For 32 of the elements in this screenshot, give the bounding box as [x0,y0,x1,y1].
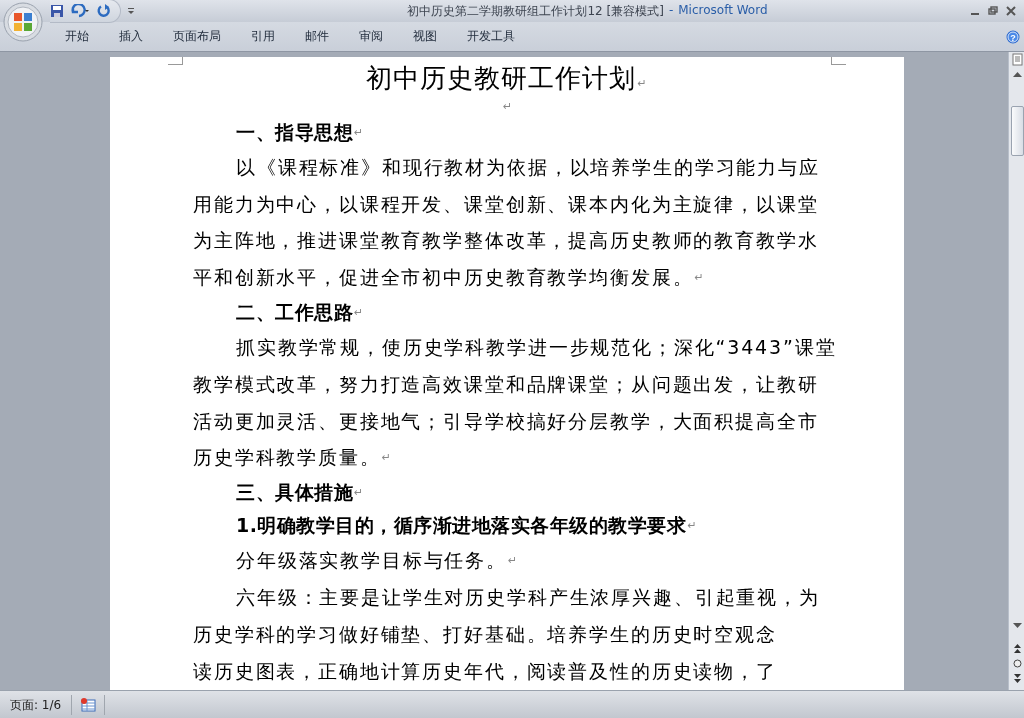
ribbon-tab[interactable]: 插入 [104,24,158,49]
customize-toolbar-icon[interactable] [127,7,135,15]
document-title: 初中历史教研工作计划↵ [365,62,649,94]
title-separator: - [668,2,674,19]
body-paragraph: 分年级落实教学目标与任务。↵ [235,548,521,574]
vertical-scrollbar[interactable] [1008,52,1024,690]
ribbon-tab[interactable]: 开发工具 [452,24,530,49]
section-heading: 一、指导思想↵ [235,120,365,145]
section-heading: 二、工作思路↵ [235,300,365,326]
undo-icon[interactable] [70,4,90,18]
close-icon[interactable] [1006,6,1016,16]
body-paragraph: 抓实教学常规，使历史学科教学进一步规范化；深化“3443”课堂 教学模式改革，努力打造高效课堂和品牌课堂；从问题出发，让教研 活动更加灵活、更接地气；引导学校搞好分层教学，大面积提高全市 历史学科教学质量。↵ [193,335,838,471]
ribbon-tab[interactable]: 视图 [398,24,452,49]
body-paragraph: 六年级：主要是让学生对历史学科产生浓厚兴趣、引起重视，为 历史学科的学习做好铺垫、打好基础。培养学生的历史时空观念 读历史图表，正确地计算历史年代，阅读普及性的历史读物，了 [193,585,821,684]
ribbon-tab[interactable]: 引用 [236,24,290,49]
ribbon-tab[interactable]: 邮件 [290,24,344,49]
scroll-thumb[interactable] [1010,106,1024,156]
body-paragraph: 以《课程标准》和现行教材为依据，以培养学生的学习能力与应 用能力为中心，以课程开发、课堂创新、课本内化为主旋律，以课堂 为主阵地，推进课堂教育教学整体改革，提高历史教师的教育教学水 平和创新水平，促进全市初中历史教育教学均衡发展。↵ [193,154,821,291]
window-title: 初中历史第二学期教研组工作计划12 [兼容模式] [407,2,664,20]
page-counter[interactable]: 页面: 1/6 [0,694,73,715]
paragraph-mark: ↵ [502,100,513,113]
app-name: Microsoft Word [678,2,768,19]
ruler-toggle-icon[interactable] [1009,52,1024,67]
ribbon-tab[interactable]: 审阅 [344,24,398,49]
save-icon[interactable] [50,4,64,18]
section-heading: 1.明确教学目的，循序渐进地落实各年级的教学要求↵ [235,513,699,539]
redo-icon[interactable] [96,4,110,18]
proofing-icon[interactable] [80,697,97,712]
section-heading: 三、具体措施↵ [235,480,365,506]
restore-icon[interactable] [988,6,998,16]
ribbon-tab[interactable]: 页面布局 [158,24,236,49]
ribbon-tab[interactable]: 开始 [50,24,104,49]
